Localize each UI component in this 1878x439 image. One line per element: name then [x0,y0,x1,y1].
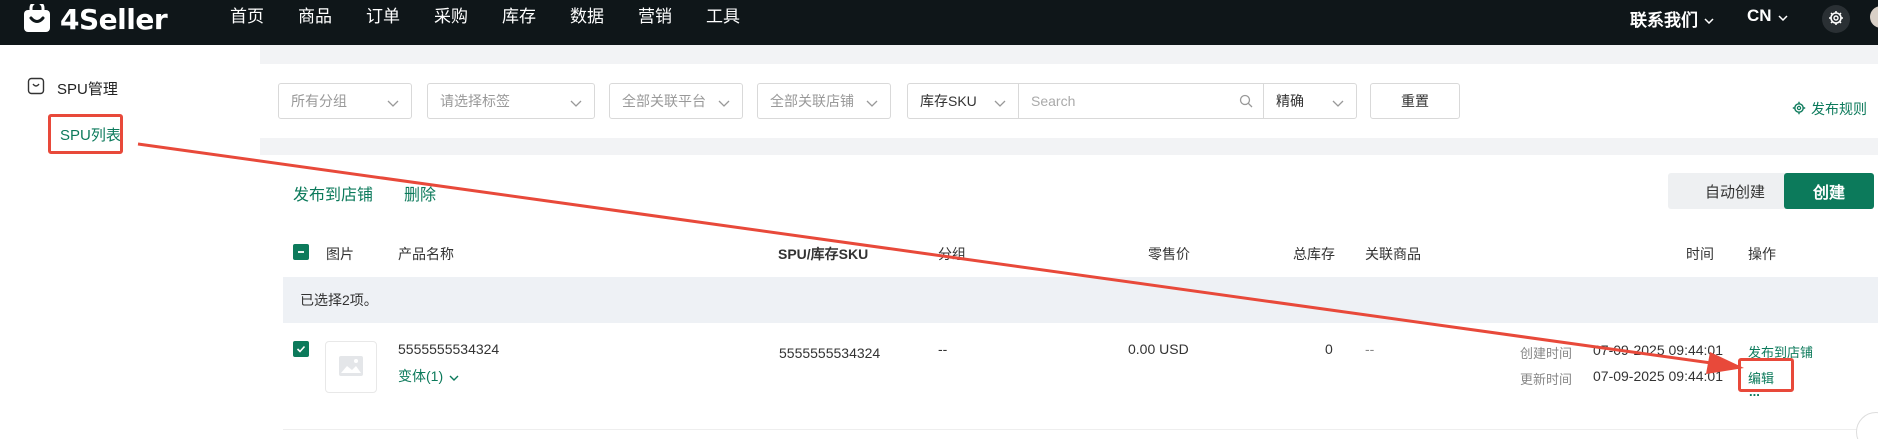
sidebar-group-label: SPU管理 [57,80,118,98]
row-checkbox[interactable] [293,341,309,357]
product-list-card: 发布到店铺 删除 自动创建 创建 图片 产品名称 SPU/库存SKU 分组 零售… [260,155,1878,439]
select-all-checkbox[interactable] [293,244,309,260]
chevron-down-icon [1332,95,1344,111]
search-input[interactable]: Search [1018,83,1264,119]
group-select-value: 所有分组 [291,93,347,109]
sidebar-item-spu-list[interactable]: SPU列表 [60,124,121,145]
filter-bar: 所有分组 请选择标签 全部关联平台 全部关联店铺 库存SKU Search 精确… [260,64,1878,138]
nav-item-home[interactable]: 首页 [230,6,264,28]
chevron-down-icon [718,95,730,111]
match-mode-select[interactable]: 精确 [1263,83,1357,119]
store-select[interactable]: 全部关联店铺 [757,83,891,119]
product-thumbnail[interactable] [325,341,377,393]
nav-item-orders[interactable]: 订单 [366,6,400,28]
chevron-down-icon [1704,9,1714,29]
chevron-down-icon [570,95,582,111]
column-header-time: 时间 [1686,246,1714,262]
create-button[interactable]: 创建 [1784,173,1874,209]
language-label: CN [1747,6,1772,25]
logo[interactable]: 4Seller [22,0,168,36]
chevron-down-icon [994,95,1006,111]
column-header-image: 图片 [326,246,354,262]
gear-icon [1828,10,1844,29]
tag-select-value: 请选择标签 [440,93,510,109]
selection-banner: 已选择2项。 [283,277,1878,323]
publish-rules-label: 发布规则 [1811,101,1867,117]
publish-to-store-button[interactable]: 发布到店铺 [293,181,373,205]
nav-item-marketing[interactable]: 营销 [638,6,672,28]
settings-button[interactable] [1822,5,1850,33]
updated-time-label: 更新时间 [1520,372,1573,387]
check-icon [296,341,306,357]
column-header-name: 产品名称 [398,246,454,262]
row-publish-link[interactable]: 发布到店铺 [1748,342,1813,361]
chevron-down-icon [387,95,399,111]
gear-icon [1792,101,1806,118]
linked-value: -- [1365,341,1375,357]
updated-time-value: 07-09-2025 09:44:01 [1593,368,1723,384]
language-menu[interactable]: CN [1747,6,1788,26]
nav-item-tools[interactable]: 工具 [706,6,740,28]
column-header-spu: SPU/库存SKU [778,246,869,262]
contact-us-label: 联系我们 [1630,11,1698,30]
column-header-linked: 关联商品 [1365,246,1421,262]
match-mode-value: 精确 [1276,93,1304,109]
auto-create-button[interactable]: 自动创建 [1668,173,1802,209]
search-icon[interactable] [1239,94,1253,111]
variant-toggle-label: 变体(1) [398,368,444,384]
group-select[interactable]: 所有分组 [278,83,412,119]
spu-value: 5555555534324 [779,345,881,361]
nav-item-data[interactable]: 数据 [570,6,604,28]
row-divider [283,429,1878,430]
bag-icon [27,77,45,99]
logo-text: 4Seller [60,2,168,36]
stock-value: 0 [1325,341,1333,357]
publish-rules-link[interactable]: 发布规则 [1792,99,1867,119]
search-field-select[interactable]: 库存SKU [907,83,1019,119]
nav-item-products[interactable]: 商品 [298,6,332,28]
nav-item-inventory[interactable]: 库存 [502,6,536,28]
main-nav: 首页 商品 订单 采购 库存 数据 营销 工具 [230,6,774,28]
sidebar: SPU管理 SPU列表 [0,45,260,439]
platform-select[interactable]: 全部关联平台 [609,83,743,119]
chevron-down-icon [1778,6,1788,26]
row-more-button[interactable]: ... [1749,384,1760,399]
store-select-value: 全部关联店铺 [770,93,854,109]
platform-select-value: 全部关联平台 [622,93,706,109]
image-placeholder-icon [338,355,364,380]
delete-button[interactable]: 删除 [404,181,436,205]
chevron-down-icon [866,95,878,111]
group-value: -- [938,341,948,357]
shopping-bag-icon [22,0,52,34]
avatar[interactable] [1870,6,1878,28]
column-header-price: 零售价 [1148,246,1190,262]
created-time-label: 创建时间 [1520,346,1573,361]
top-navigation-bar: 4Seller 首页 商品 订单 采购 库存 数据 营销 工具 联系我们 CN [0,0,1878,45]
chevron-down-icon [449,368,459,384]
reset-button[interactable]: 重置 [1370,83,1460,119]
contact-us-menu[interactable]: 联系我们 [1630,6,1714,31]
product-name: 5555555534324 [398,341,500,357]
search-field-value: 库存SKU [920,93,977,109]
column-header-group: 分组 [938,246,966,262]
search-placeholder: Search [1031,93,1076,109]
column-header-actions: 操作 [1748,246,1776,262]
sidebar-group-spu[interactable]: SPU管理 [27,77,118,99]
variant-toggle[interactable]: 变体(1) [398,366,459,386]
price-value: 0.00 USD [1128,341,1189,357]
nav-item-purchase[interactable]: 采购 [434,6,468,28]
tag-select[interactable]: 请选择标签 [427,83,595,119]
minus-icon [296,244,306,260]
created-time-value: 07-09-2025 09:44:01 [1593,342,1723,358]
column-header-stock: 总库存 [1293,246,1335,262]
